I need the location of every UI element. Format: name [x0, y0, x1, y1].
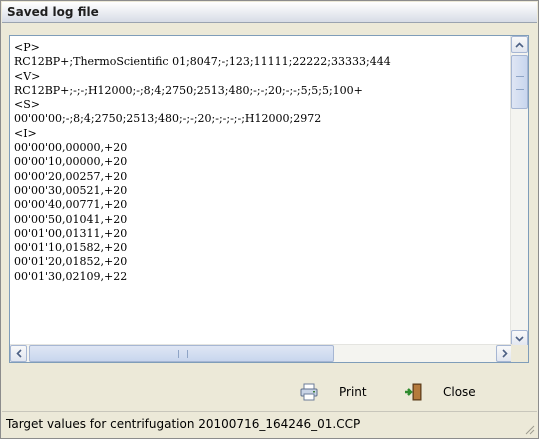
log-line: 00'01'10,01582,+20 [14, 241, 128, 255]
log-line: 00'00'10,00000,+20 [14, 155, 128, 169]
scroll-up-button[interactable] [511, 36, 528, 53]
log-line: 00'01'00,01311,+20 [14, 226, 128, 240]
saved-log-window: Saved log file <P> RC12BP+;ThermoScientif… [0, 0, 539, 439]
log-line: <S> [14, 98, 40, 112]
separator [2, 411, 537, 412]
log-lines: <P> RC12BP+;ThermoScientific 01;8047;-;12… [14, 41, 512, 347]
log-line: 00'01'20,01852,+20 [14, 255, 128, 269]
log-text-area[interactable]: <P> RC12BP+;ThermoScientific 01;8047;-;12… [9, 35, 529, 363]
chevron-down-icon [515, 335, 524, 342]
log-line: <I> [14, 126, 37, 140]
resize-grip-icon[interactable] [523, 423, 535, 435]
exit-door-icon [403, 382, 423, 402]
log-line: 00'00'50,01041,+20 [14, 212, 128, 226]
log-line: <P> [14, 41, 40, 54]
chevron-right-icon [501, 349, 508, 358]
chevron-up-icon [515, 41, 524, 48]
print-label: Print [339, 385, 367, 399]
log-line: RC12BP+;-;-;H12000;-;8;4;2750;2513;480;-… [14, 83, 363, 97]
print-button[interactable]: Print [299, 379, 389, 405]
scroll-left-button[interactable] [10, 345, 27, 362]
log-line: 00'00'30,00521,+20 [14, 183, 128, 197]
log-line: 00'00'40,00771,+20 [14, 198, 128, 212]
chevron-left-icon [15, 349, 22, 358]
log-line: <V> [14, 69, 41, 83]
log-line: 00'00'00;-;8;4;2750;2513;480;-;-;20;-;-;… [14, 112, 322, 126]
close-label: Close [443, 385, 476, 399]
log-line: RC12BP+;ThermoScientific 01;8047;-;123;1… [14, 55, 391, 69]
vertical-scrollbar[interactable] [510, 36, 528, 347]
horizontal-scroll-thumb[interactable] [29, 345, 334, 362]
horizontal-scrollbar[interactable] [10, 344, 513, 362]
status-bar: Target values for centrifugation 2010071… [2, 413, 537, 437]
status-text: Target values for centrifugation 2010071… [6, 417, 361, 431]
printer-icon [299, 382, 319, 402]
log-line: 00'01'30,02109,+22 [14, 269, 128, 283]
close-button[interactable]: Close [403, 379, 503, 405]
vertical-scroll-thumb[interactable] [511, 55, 528, 109]
window-title: Saved log file [7, 5, 99, 19]
scroll-corner [511, 345, 528, 362]
log-line: 00'00'20,00257,+20 [14, 169, 128, 183]
title-bar: Saved log file [2, 2, 537, 23]
log-line: 00'00'00,00000,+20 [14, 141, 128, 155]
